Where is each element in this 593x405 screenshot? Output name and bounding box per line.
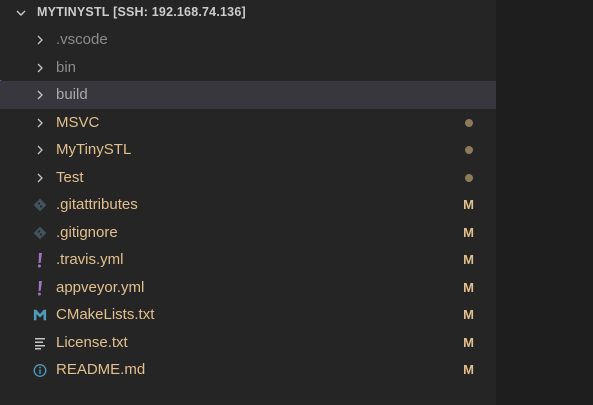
modified-badge: M bbox=[463, 224, 474, 240]
tree-item-label: MyTinySTL bbox=[56, 141, 132, 158]
modified-dot-icon bbox=[465, 173, 473, 182]
explorer-panel: MYTINYSTL [SSH: 192.168.74.136] .vscode … bbox=[0, 0, 496, 405]
tree-item-label: build bbox=[56, 86, 88, 103]
git-icon bbox=[33, 198, 47, 212]
chevron-right-icon bbox=[33, 171, 47, 185]
tree-item-appveyor-yml[interactable]: appveyor.yml M bbox=[0, 274, 496, 302]
chevron-right-icon bbox=[33, 61, 47, 75]
tree-item-build[interactable]: build bbox=[0, 81, 496, 109]
tree-item-label: .gitattributes bbox=[56, 196, 138, 213]
editor-area bbox=[496, 0, 593, 405]
chevron-right-icon bbox=[33, 116, 47, 130]
tree-item-label: MSVC bbox=[56, 113, 100, 131]
modified-badge: M bbox=[463, 334, 474, 350]
tree-item-bin[interactable]: bin bbox=[0, 54, 496, 82]
cmake-icon bbox=[33, 308, 47, 322]
tree-item-readme[interactable]: README.md M bbox=[0, 356, 496, 384]
explorer-title: MYTINYSTL [SSH: 192.168.74.136] bbox=[37, 5, 246, 19]
tree-item-msvc[interactable]: MSVC bbox=[0, 109, 496, 137]
modified-badge: M bbox=[463, 197, 474, 212]
tree-item-gitignore[interactable]: .gitignore M bbox=[0, 219, 496, 247]
tree-item-test[interactable]: Test bbox=[0, 164, 496, 192]
info-icon bbox=[33, 363, 47, 377]
chevron-right-icon bbox=[33, 88, 47, 102]
modified-dot-icon bbox=[465, 146, 473, 154]
modified-badge: M bbox=[463, 362, 474, 377]
explorer-section-header[interactable]: MYTINYSTL [SSH: 192.168.74.136] bbox=[0, 0, 496, 26]
chevron-down-icon bbox=[15, 7, 27, 19]
tree-item-label: bin bbox=[56, 58, 77, 76]
tree-item-license[interactable]: License.txt M bbox=[0, 329, 496, 357]
tree-item-vscode[interactable]: .vscode bbox=[0, 26, 496, 54]
tree-item-label: Test bbox=[56, 168, 84, 186]
tree-item-travis-yml[interactable]: .travis.yml M bbox=[0, 246, 496, 274]
git-icon bbox=[33, 226, 47, 240]
tree-item-label: .vscode bbox=[56, 31, 108, 48]
tree-item-label: CMakeLists.txt bbox=[56, 306, 155, 323]
tree-item-mytinystl[interactable]: MyTinySTL bbox=[0, 136, 496, 164]
modified-badge: M bbox=[463, 307, 474, 322]
modified-dot-icon bbox=[465, 118, 473, 127]
tree-item-label: .gitignore bbox=[56, 223, 118, 241]
chevron-right-icon bbox=[33, 33, 47, 47]
chevron-right-icon bbox=[33, 143, 47, 157]
tree-item-label: appveyor.yml bbox=[56, 278, 145, 296]
tree-item-label: License.txt bbox=[56, 333, 128, 351]
file-tree: .vscode bin build MSVC MyTinySTL Test .g… bbox=[0, 26, 496, 384]
yaml-icon bbox=[33, 280, 47, 295]
tree-item-label: README.md bbox=[56, 361, 146, 378]
modified-badge: M bbox=[463, 252, 474, 267]
tree-item-gitattributes[interactable]: .gitattributes M bbox=[0, 191, 496, 219]
tree-item-cmakelists[interactable]: CMakeLists.txt M bbox=[0, 301, 496, 329]
text-file-icon bbox=[33, 336, 47, 350]
yaml-icon bbox=[33, 253, 47, 268]
tree-item-label: .travis.yml bbox=[56, 251, 124, 268]
modified-badge: M bbox=[463, 279, 474, 295]
